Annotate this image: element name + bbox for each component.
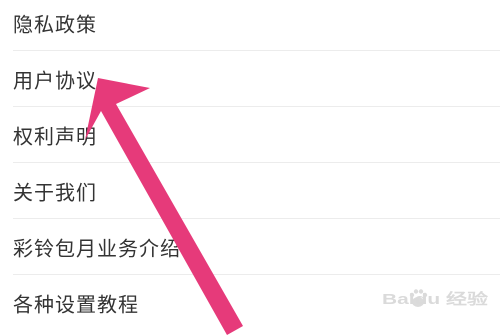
menu-item-user-agreement[interactable]: 用户协议 <box>0 51 500 107</box>
menu-item-label: 隐私政策 <box>13 12 97 37</box>
menu-item-label: 权利声明 <box>13 124 97 149</box>
menu-item-ringtone-monthly-intro[interactable]: 彩铃包月业务介绍 <box>0 219 500 275</box>
menu-item-label: 关于我们 <box>13 180 97 205</box>
menu-item-label: 用户协议 <box>13 68 97 93</box>
menu-item-label: 各种设置教程 <box>13 292 139 317</box>
menu-item-rights-statement[interactable]: 权利声明 <box>0 107 500 163</box>
watermark-text: Baidu 经验 <box>382 290 489 308</box>
baidu-watermark: Baidu 经验 <box>382 289 489 308</box>
menu-item-about-us[interactable]: 关于我们 <box>0 163 500 219</box>
menu-item-privacy-policy[interactable]: 隐私政策 <box>0 0 500 51</box>
menu-item-label: 彩铃包月业务介绍 <box>13 236 181 261</box>
